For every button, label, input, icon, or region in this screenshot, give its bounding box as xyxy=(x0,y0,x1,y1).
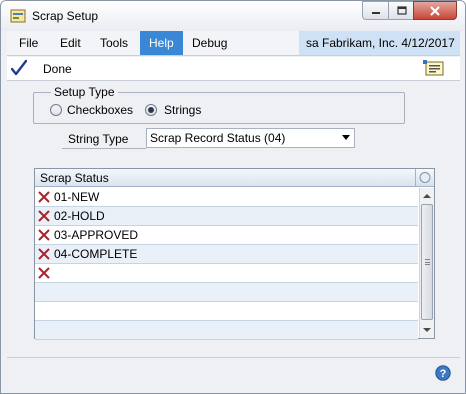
note-icon[interactable] xyxy=(423,60,445,77)
svg-text:?: ? xyxy=(440,368,447,380)
user-company-date: sa Fabrikam, Inc. 4/12/2017 xyxy=(299,31,460,55)
grid-header: Scrap Status xyxy=(35,169,434,187)
radio-checkboxes-label[interactable]: Checkboxes xyxy=(67,103,133,117)
menu-tools[interactable]: Tools xyxy=(98,31,130,55)
minimize-button[interactable] xyxy=(362,1,389,20)
done-button[interactable]: Done xyxy=(43,62,72,76)
string-type-label: String Type xyxy=(62,129,146,149)
empty-row[interactable] xyxy=(35,283,418,302)
string-type-select[interactable]: Scrap Record Status (04) xyxy=(146,128,355,148)
scrap-setup-window: Scrap Setup File Edit Tools Help Debug s… xyxy=(0,0,466,394)
scroll-up-icon[interactable] xyxy=(423,194,431,198)
grid-scrollbar[interactable] xyxy=(419,188,434,338)
scrap-status-cell[interactable]: 03-APPROVED xyxy=(54,226,138,244)
grid-expand-button[interactable] xyxy=(415,169,433,186)
string-type-value: Scrap Record Status (04) xyxy=(150,131,286,145)
scrap-status-cell[interactable]: 01-NEW xyxy=(54,188,99,206)
setup-content: Setup Type Checkboxes Strings String Typ… xyxy=(7,82,460,357)
delete-x-icon[interactable] xyxy=(38,229,50,241)
window-title: Scrap Setup xyxy=(32,9,99,23)
scrap-setup-app-icon xyxy=(10,9,26,23)
close-icon xyxy=(430,5,440,16)
radio-checkboxes[interactable] xyxy=(50,104,62,116)
help-icon[interactable]: ? xyxy=(435,365,451,381)
menu-help[interactable]: Help xyxy=(140,31,183,55)
status-bar: ? xyxy=(7,357,460,389)
menu-bar: File Edit Tools Help Debug sa Fabrikam, … xyxy=(7,31,460,56)
delete-x-icon[interactable] xyxy=(38,248,50,260)
delete-x-icon[interactable] xyxy=(38,191,50,203)
grid-rows: 01-NEW 02-HOLD 03-APPROVED 04-COMPLETE xyxy=(35,188,418,340)
title-bar: Scrap Setup xyxy=(1,1,465,31)
table-row[interactable]: 03-APPROVED xyxy=(35,226,418,245)
menu-debug[interactable]: Debug xyxy=(190,31,229,55)
menu-edit[interactable]: Edit xyxy=(58,31,83,55)
scrap-status-cell[interactable]: 02-HOLD xyxy=(54,207,105,225)
expand-icon xyxy=(419,172,431,183)
scrap-status-grid: Scrap Status 01-NEW 02-HOLD 03-APPROVED … xyxy=(34,168,435,340)
setup-type-legend: Setup Type xyxy=(51,85,118,99)
empty-row[interactable] xyxy=(35,302,418,321)
delete-x-icon[interactable] xyxy=(38,267,50,279)
table-row[interactable]: 04-COMPLETE xyxy=(35,245,418,264)
table-row[interactable]: 02-HOLD xyxy=(35,207,418,226)
scrap-status-cell[interactable]: 04-COMPLETE xyxy=(54,245,137,263)
close-button[interactable] xyxy=(413,1,457,20)
toolbar: Done xyxy=(7,57,460,81)
maximize-icon xyxy=(396,5,407,15)
radio-strings-label[interactable]: Strings xyxy=(164,103,201,117)
column-header-scrap-status: Scrap Status xyxy=(40,171,109,185)
maximize-button[interactable] xyxy=(388,1,414,20)
radio-strings[interactable] xyxy=(145,104,157,116)
table-row[interactable]: 01-NEW xyxy=(35,188,418,207)
table-row[interactable] xyxy=(35,264,418,283)
scrollbar-thumb[interactable] xyxy=(421,204,433,320)
minimize-icon xyxy=(372,11,380,14)
delete-x-icon[interactable] xyxy=(38,210,50,222)
menu-file[interactable]: File xyxy=(17,31,40,55)
chevron-down-icon xyxy=(342,135,350,140)
grip-icon xyxy=(425,259,430,265)
checkmark-icon[interactable] xyxy=(11,59,27,77)
empty-row[interactable] xyxy=(35,321,418,340)
scroll-down-icon[interactable] xyxy=(423,328,431,332)
